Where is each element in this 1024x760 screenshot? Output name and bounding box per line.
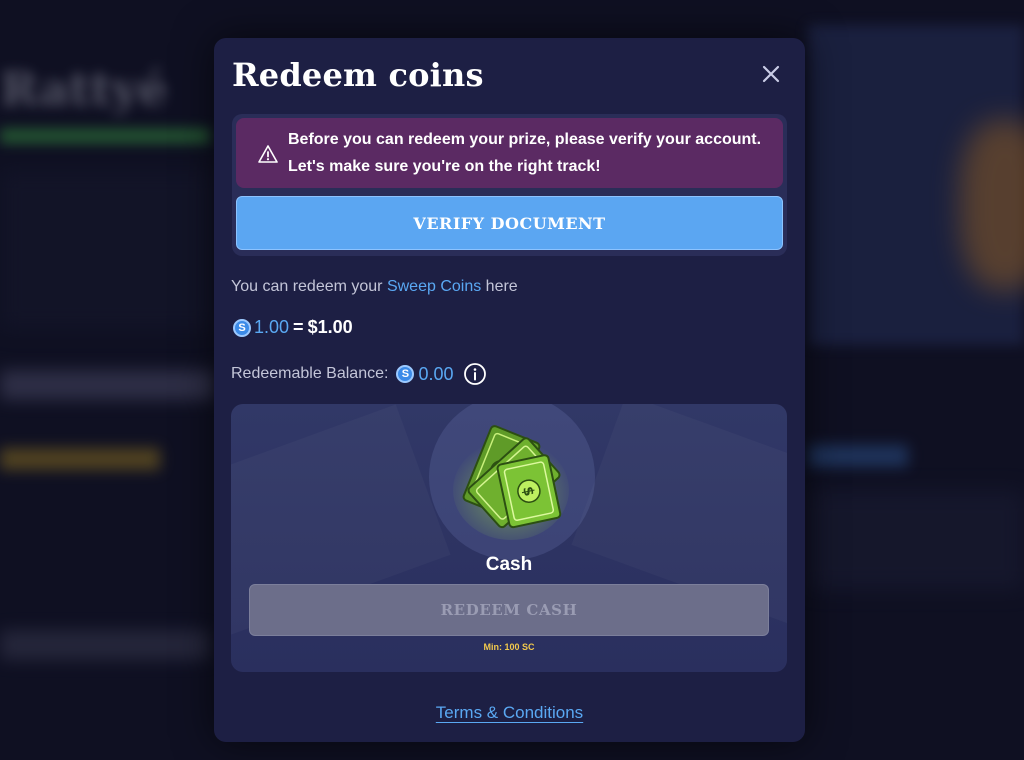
- redeem-info-prefix: You can redeem your: [231, 278, 387, 295]
- info-icon[interactable]: [463, 362, 487, 386]
- close-icon: [762, 65, 780, 83]
- sweep-coin-icon: S: [233, 318, 251, 337]
- exchange-rate: S 1.00 = $1.00: [233, 317, 353, 338]
- verify-document-button[interactable]: VERIFY DOCUMENT: [236, 196, 783, 250]
- rate-usd-value: $1.00: [307, 317, 353, 337]
- redeem-info-text: You can redeem your Sweep Coins here: [231, 278, 518, 296]
- money-bills-icon: $: [453, 425, 569, 540]
- terms-conditions-link[interactable]: Terms & Conditions: [436, 703, 583, 722]
- sweep-coin-icon: S: [396, 365, 415, 383]
- redeemable-balance: Redeemable Balance: S 0.00: [231, 362, 487, 386]
- redeem-coins-modal: Redeem coins Before you can redeem your …: [214, 38, 805, 742]
- redeem-info-suffix: here: [481, 278, 518, 295]
- background-text-blur: [0, 370, 215, 400]
- sweep-coins-link[interactable]: Sweep Coins: [387, 278, 481, 295]
- warning-banner: Before you can redeem your prize, please…: [236, 118, 783, 188]
- close-button[interactable]: [759, 62, 783, 86]
- rate-equals: =: [293, 317, 304, 337]
- modal-title: Redeem coins: [232, 56, 484, 94]
- background-title-blur: Rattyé: [0, 62, 168, 116]
- redeem-cash-button[interactable]: REDEEM CASH: [249, 584, 769, 636]
- balance-value: 0.00: [418, 363, 454, 384]
- background-blue-strip: [808, 445, 908, 467]
- background-star-art: [960, 120, 1024, 290]
- background-gold-strip: [0, 448, 160, 470]
- background-right-dark: [808, 490, 1024, 590]
- verify-section: Before you can redeem your prize, please…: [232, 114, 787, 256]
- background-green-strip: [0, 128, 210, 144]
- warning-triangle-icon: [258, 145, 278, 163]
- rate-sc-value: 1.00: [254, 317, 290, 337]
- background-text-blur-bottom: [0, 630, 210, 660]
- terms-footer: Terms & Conditions: [214, 703, 805, 723]
- cash-redeem-card: $ Cash REDEEM CASH Min: 100 SC: [231, 404, 787, 672]
- balance-label: Redeemable Balance:: [231, 365, 389, 382]
- background-left-panel: [0, 170, 215, 330]
- cash-label: Cash: [485, 554, 533, 575]
- minimum-redeem-text: Min: 100 SC: [483, 642, 535, 652]
- warning-text: Before you can redeem your prize, please…: [288, 131, 762, 175]
